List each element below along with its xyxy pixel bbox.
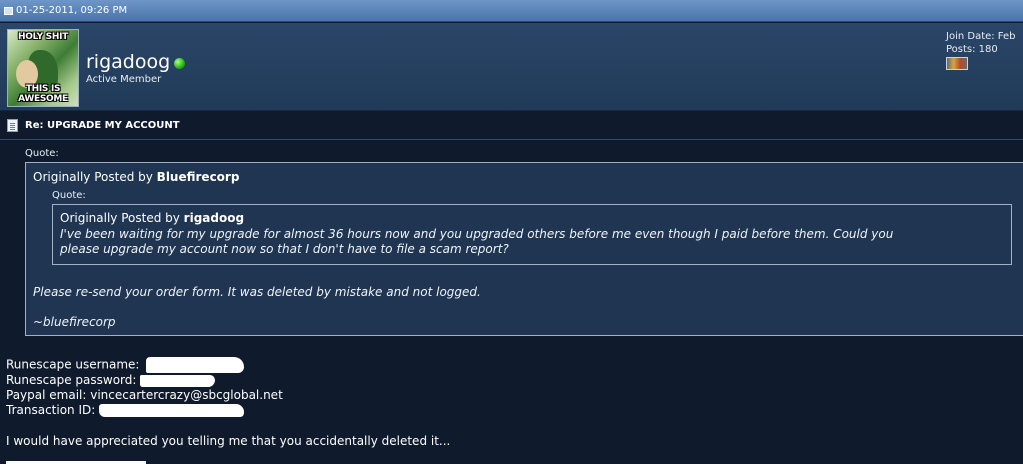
post-title: Re: UPGRADE MY ACCOUNT bbox=[25, 120, 180, 131]
runescape-password-label: Runescape password: bbox=[6, 373, 137, 387]
quote-box-inner: Originally Posted by rigadoog I've been … bbox=[52, 204, 1012, 265]
runescape-username-line: Runescape username: bbox=[6, 357, 245, 373]
quote-label: Quote: bbox=[25, 148, 59, 159]
nested-quote-attribution: Originally Posted by rigadoog bbox=[60, 211, 244, 225]
transaction-id-label: Transaction ID: bbox=[6, 403, 96, 417]
nested-quote-attribution-prefix: Originally Posted by bbox=[60, 211, 184, 225]
redacted-username bbox=[146, 357, 245, 373]
nested-quote-line-1: I've been waiting for my upgrade for alm… bbox=[60, 227, 894, 241]
reputation-icon[interactable] bbox=[946, 57, 968, 70]
redacted-transaction-id bbox=[99, 404, 245, 417]
runescape-username-label: Runescape username: bbox=[6, 357, 140, 372]
runescape-password-line: Runescape password: bbox=[6, 373, 216, 387]
paypal-email-value: vincecartercrazy@sbcglobal.net bbox=[90, 388, 283, 402]
redacted-password bbox=[140, 374, 216, 387]
post-date-bar: 01-25-2011, 09:26 PM bbox=[0, 0, 1023, 22]
quote-attribution: Originally Posted by Bluefirecorp bbox=[33, 170, 239, 184]
quote-box-outer: Originally Posted by Bluefirecorp Quote:… bbox=[25, 162, 1023, 336]
post-date-icon bbox=[4, 6, 13, 15]
avatar[interactable]: HOLY SHIT THIS IS AWESOME bbox=[7, 29, 79, 107]
paypal-email-label: Paypal email: bbox=[6, 388, 87, 402]
post-user-header: HOLY SHIT THIS IS AWESOME rigadoog Activ… bbox=[0, 23, 1023, 111]
username-link[interactable]: rigadoog bbox=[86, 51, 170, 73]
nested-quote-label: Quote: bbox=[52, 190, 86, 201]
transaction-id-line: Transaction ID: bbox=[6, 403, 245, 417]
post-title-bar: Re: UPGRADE MY ACCOUNT bbox=[0, 112, 1023, 140]
quote-author: Bluefirecorp bbox=[156, 170, 240, 184]
avatar-top-text: HOLY SHIT bbox=[18, 32, 68, 42]
quote-attribution-prefix: Originally Posted by bbox=[33, 170, 157, 184]
post-date: 01-25-2011, 09:26 PM bbox=[16, 5, 128, 16]
post-count: Posts: 180 bbox=[946, 44, 998, 55]
nested-quote-line-2: please upgrade my account now so that I … bbox=[60, 242, 509, 256]
paypal-email-line: Paypal email: vincecartercrazy@sbcglobal… bbox=[6, 388, 283, 402]
quote-signature: ~bluefirecorp bbox=[33, 315, 116, 329]
post-closing-line: I would have appreciated you telling me … bbox=[6, 434, 451, 448]
document-icon bbox=[7, 119, 18, 132]
avatar-bottom-text: THIS IS AWESOME bbox=[18, 84, 68, 104]
quote-message: Please re-send your order form. It was d… bbox=[33, 285, 481, 299]
user-title: Active Member bbox=[86, 74, 162, 85]
join-date: Join Date: Feb bbox=[946, 31, 1016, 42]
nested-quote-author: rigadoog bbox=[183, 211, 245, 225]
user-info: Join Date: Feb Posts: 180 bbox=[946, 30, 1016, 70]
online-status-icon bbox=[174, 58, 185, 69]
